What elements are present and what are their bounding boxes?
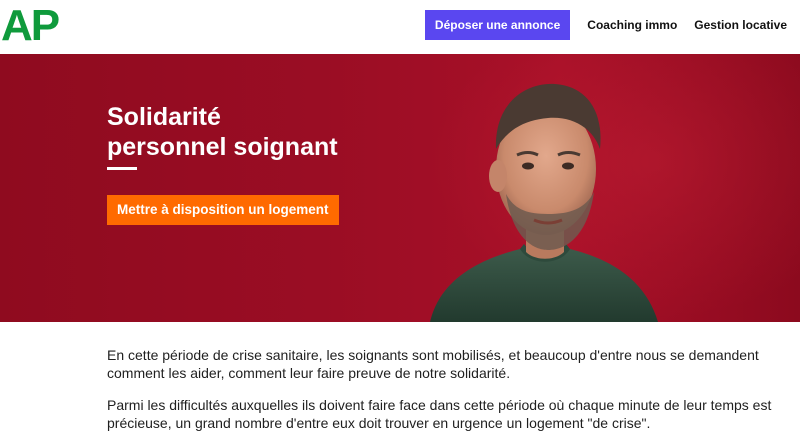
site-header: AP Déposer une annonce Coaching immo Ges… xyxy=(0,0,800,54)
site-logo[interactable]: AP xyxy=(1,4,60,48)
offer-housing-button[interactable]: Mettre à disposition un logement xyxy=(107,195,339,225)
difficulties-paragraph-line-1: Parmi les difficultés auxquelles ils doi… xyxy=(107,397,772,413)
hero-title-line-1: Solidarité xyxy=(107,103,221,131)
caregiver-portrait-image xyxy=(430,83,658,322)
hero-title: Solidarité personnel soignant xyxy=(107,102,338,162)
intro-paragraph-line-1: En cette période de crise sanitaire, les… xyxy=(107,347,759,363)
hero-divider xyxy=(107,167,137,170)
main-nav: Déposer une annonce Coaching immo Gestio… xyxy=(424,10,800,40)
hero-title-line-2: personnel soignant xyxy=(107,133,338,161)
difficulties-paragraph: Parmi les difficultés auxquelles ils doi… xyxy=(107,396,772,432)
post-ad-button[interactable]: Déposer une annonce xyxy=(424,10,571,40)
nav-link-coaching[interactable]: Coaching immo xyxy=(587,18,677,32)
hero-banner: Solidarité personnel soignant Mettre à d… xyxy=(0,54,800,322)
intro-paragraph-line-2: comment les aider, comment leur faire pr… xyxy=(107,365,511,381)
nav-link-rental-management[interactable]: Gestion locative xyxy=(694,18,787,32)
difficulties-paragraph-line-2: précieuse, un grand nombre d'entre eux d… xyxy=(107,415,651,431)
intro-paragraph: En cette période de crise sanitaire, les… xyxy=(107,346,767,382)
